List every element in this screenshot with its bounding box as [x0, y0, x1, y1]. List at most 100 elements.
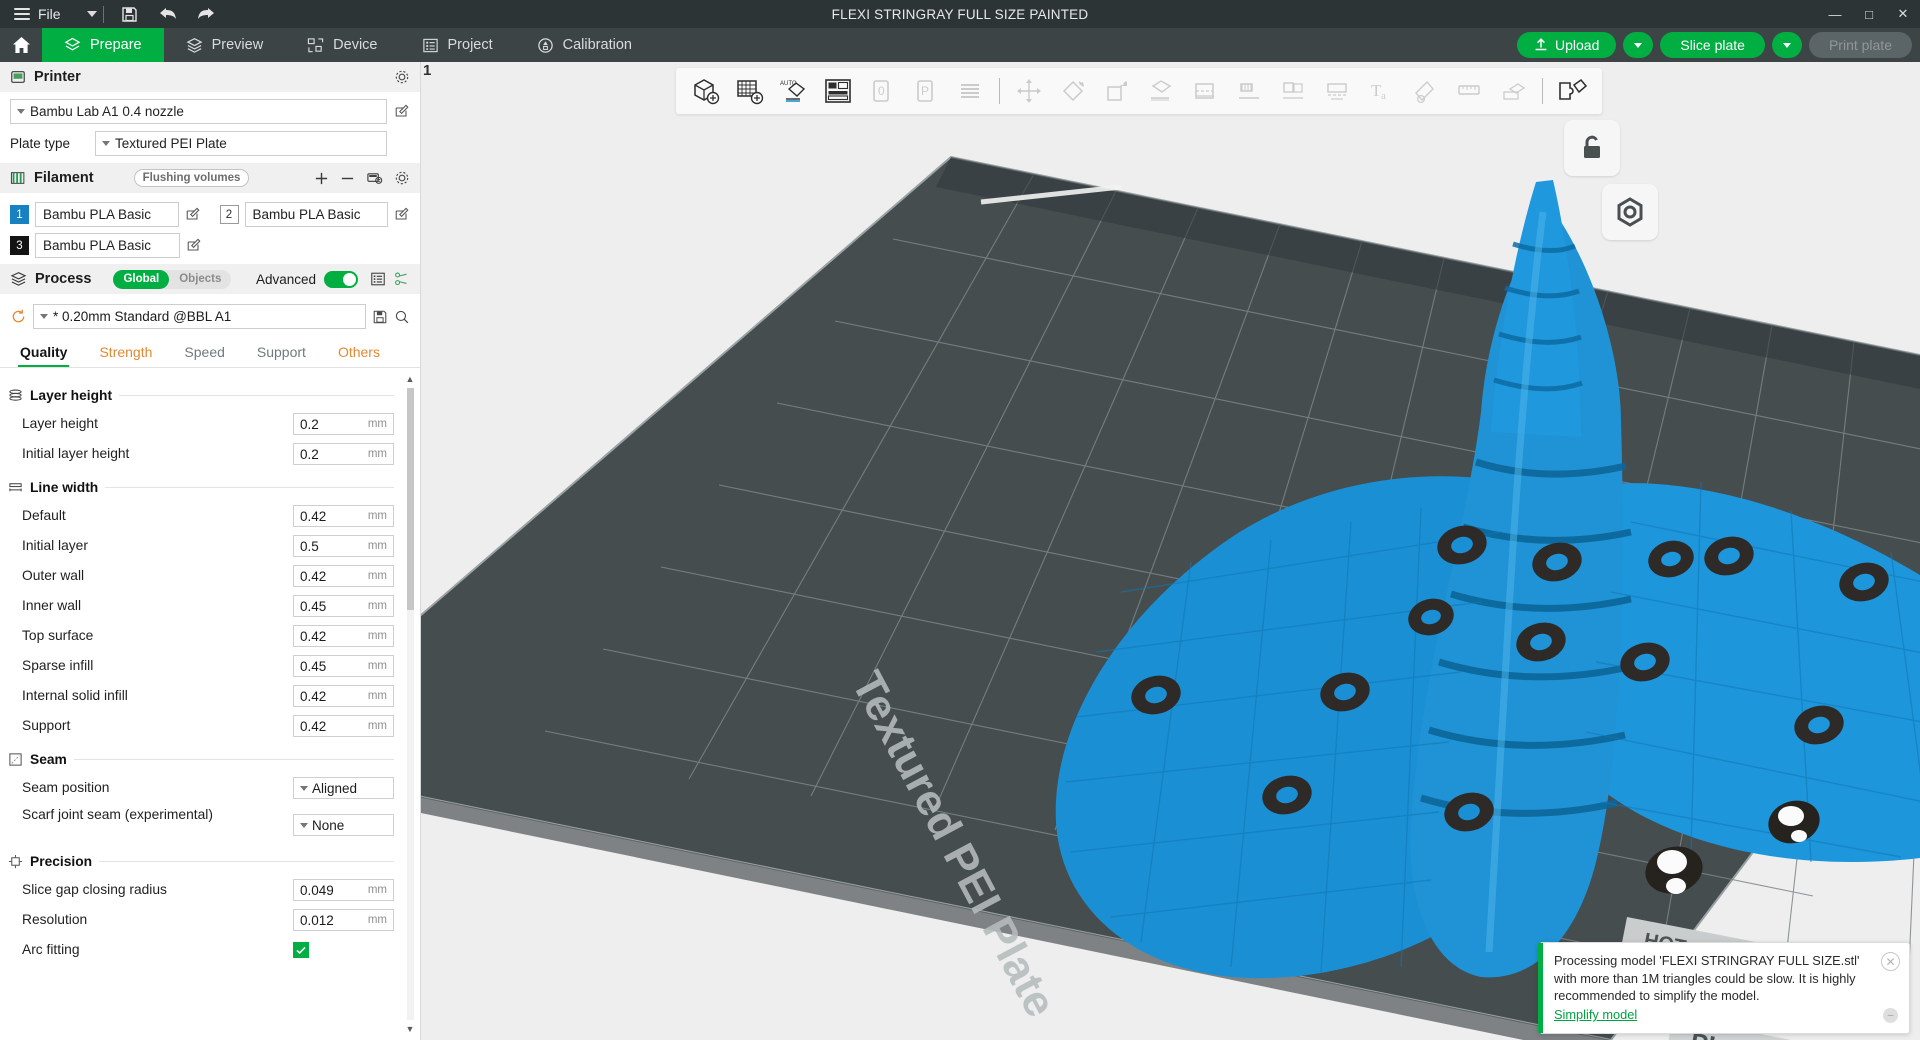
- simplify-model-link[interactable]: Simplify model: [1554, 1007, 1637, 1022]
- edit-filament-icon[interactable]: [186, 238, 202, 254]
- filament-slot-name[interactable]: Bambu PLA Basic: [244, 202, 388, 227]
- filament-slot-badge[interactable]: 2: [219, 205, 239, 224]
- setting-select[interactable]: None: [293, 814, 394, 836]
- undo-icon[interactable]: [154, 0, 182, 28]
- assembly-icon[interactable]: [1491, 71, 1535, 111]
- settings-scrollbar[interactable]: ▲ ▼: [405, 374, 415, 1034]
- edit-filament-icon[interactable]: [394, 207, 410, 223]
- setting-input[interactable]: 0.42 mm: [293, 715, 394, 737]
- tab-prepare[interactable]: Prepare: [42, 28, 164, 62]
- upload-button[interactable]: Upload: [1516, 32, 1617, 58]
- text-icon[interactable]: Ta: [1359, 71, 1403, 111]
- move-icon[interactable]: [1007, 71, 1051, 111]
- setting-input[interactable]: 0.049 mm: [293, 879, 394, 901]
- filament-spool-icon[interactable]: [366, 170, 383, 186]
- rotate-icon[interactable]: [1051, 71, 1095, 111]
- scroll-down-arrow[interactable]: ▼: [405, 1024, 415, 1034]
- setting-input[interactable]: 0.42 mm: [293, 685, 394, 707]
- setting-input[interactable]: 0.42 mm: [293, 565, 394, 587]
- tab-calibration[interactable]: Calibration: [515, 28, 654, 62]
- tab-speed[interactable]: Speed: [168, 339, 240, 367]
- tab-project[interactable]: Project: [400, 28, 515, 62]
- flushing-volumes-button[interactable]: Flushing volumes: [133, 169, 250, 187]
- seam-paint-icon[interactable]: [1271, 71, 1315, 111]
- scope-global-option[interactable]: Global: [113, 269, 170, 289]
- advanced-toggle[interactable]: [324, 270, 358, 288]
- fuzzy-skin-icon[interactable]: [1403, 71, 1447, 111]
- redo-icon[interactable]: [192, 0, 220, 28]
- slice-plate-button[interactable]: Slice plate: [1660, 32, 1765, 58]
- setting-input[interactable]: 0.5 mm: [293, 535, 394, 557]
- plus-icon[interactable]: [314, 171, 329, 186]
- close-icon[interactable]: ✕: [1881, 952, 1900, 972]
- unlock-icon[interactable]: [1564, 120, 1620, 176]
- home-icon[interactable]: [0, 28, 42, 62]
- setting-input[interactable]: 0.2 mm: [293, 443, 394, 465]
- save-icon[interactable]: [116, 0, 144, 28]
- 3d-scene[interactable]: Textured PEI Plate PLA/ABS/PETG HOT SURF…: [421, 62, 1920, 1040]
- hexagon-nut-icon[interactable]: [1602, 184, 1658, 240]
- search-icon[interactable]: [394, 309, 410, 325]
- minimize-button[interactable]: —: [1818, 0, 1852, 28]
- setting-select[interactable]: Aligned: [293, 777, 394, 799]
- process-preset-select[interactable]: * 0.20mm Standard @BBL A1: [33, 304, 366, 329]
- add-plate-icon[interactable]: [728, 71, 772, 111]
- split-view-icon[interactable]: [816, 71, 860, 111]
- tab-support[interactable]: Support: [241, 339, 322, 367]
- plate-settings-icon[interactable]: P: [904, 71, 948, 111]
- chevron-down-icon: [17, 109, 25, 114]
- color-paint-icon[interactable]: [1315, 71, 1359, 111]
- auto-arrange-icon[interactable]: AUTO: [772, 71, 816, 111]
- simplify-icon[interactable]: [1550, 71, 1594, 111]
- cut-icon[interactable]: [1183, 71, 1227, 111]
- edit-printer-icon[interactable]: [394, 104, 410, 120]
- setting-input[interactable]: 0.2 mm: [293, 413, 394, 435]
- minimize-icon[interactable]: –: [1883, 1008, 1898, 1023]
- reset-icon[interactable]: [10, 308, 27, 325]
- object-list-icon[interactable]: 0: [860, 71, 904, 111]
- setting-input[interactable]: 0.45 mm: [293, 595, 394, 617]
- measure-icon[interactable]: [1447, 71, 1491, 111]
- support-paint-icon[interactable]: [1227, 71, 1271, 111]
- setting-input[interactable]: 0.45 mm: [293, 655, 394, 677]
- file-menu-button[interactable]: File: [0, 0, 71, 28]
- gear-icon[interactable]: [394, 170, 410, 186]
- setting-input[interactable]: 0.012 mm: [293, 909, 394, 931]
- setting-input[interactable]: 0.42 mm: [293, 625, 394, 647]
- tab-device[interactable]: Device: [285, 28, 399, 62]
- filament-slot-name-value: Bambu PLA Basic: [43, 207, 152, 222]
- plate-type-select[interactable]: Textured PEI Plate: [95, 131, 387, 156]
- scrollbar-thumb[interactable]: [407, 388, 414, 610]
- minus-icon[interactable]: [340, 171, 355, 186]
- setting-input[interactable]: 0.42 mm: [293, 505, 394, 527]
- 3d-viewport[interactable]: Textured PEI Plate PLA/ABS/PETG HOT SURF…: [421, 62, 1920, 1040]
- tab-quality[interactable]: Quality: [4, 339, 83, 367]
- filament-slot-badge[interactable]: 3: [10, 236, 29, 255]
- tab-strength[interactable]: Strength: [83, 339, 168, 367]
- filament-slot-name[interactable]: Bambu PLA Basic: [35, 202, 179, 227]
- print-dropdown-button[interactable]: [1771, 32, 1802, 58]
- arc-fitting-checkbox[interactable]: [293, 942, 309, 958]
- add-object-icon[interactable]: [684, 71, 728, 111]
- compare-presets-icon[interactable]: [370, 271, 386, 287]
- scroll-up-arrow[interactable]: ▲: [405, 374, 415, 384]
- filament-slot-name[interactable]: Bambu PLA Basic: [35, 233, 180, 258]
- process-scope-toggle[interactable]: Global Objects: [113, 269, 232, 289]
- gear-icon[interactable]: [394, 69, 410, 85]
- chevron-down-icon[interactable]: [86, 11, 97, 17]
- maximize-button[interactable]: □: [1852, 0, 1886, 28]
- chevron-down-icon: [300, 785, 308, 791]
- edit-filament-icon[interactable]: [185, 207, 201, 223]
- printer-preset-select[interactable]: Bambu Lab A1 0.4 nozzle: [10, 99, 387, 124]
- close-button[interactable]: ✕: [1886, 0, 1920, 28]
- preset-options-icon[interactable]: [394, 271, 410, 287]
- tab-others[interactable]: Others: [322, 339, 396, 367]
- scope-objects-option[interactable]: Objects: [169, 270, 231, 289]
- save-preset-icon[interactable]: [372, 309, 388, 325]
- slice-dropdown-button[interactable]: [1623, 32, 1654, 58]
- layers-icon[interactable]: [948, 71, 992, 111]
- scale-icon[interactable]: [1095, 71, 1139, 111]
- flatten-icon[interactable]: [1139, 71, 1183, 111]
- tab-preview[interactable]: Preview: [164, 28, 286, 62]
- filament-slot-badge[interactable]: 1: [10, 205, 29, 224]
